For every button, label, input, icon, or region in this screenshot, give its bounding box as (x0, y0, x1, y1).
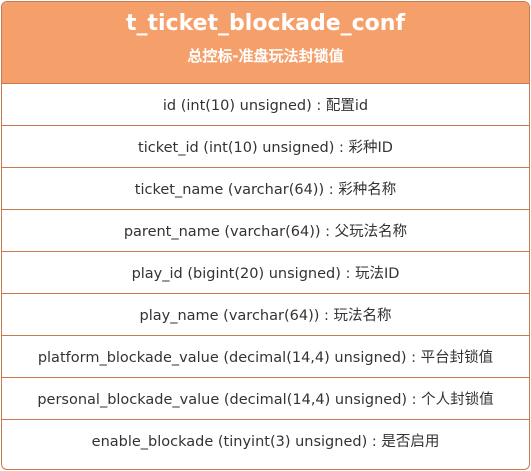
field-row-ticket-id: ticket_id (int(10) unsigned) : 彩种ID (2, 126, 529, 168)
table-header: t_ticket_blockade_conf 总控标-准盘玩法封锁值 (2, 2, 529, 84)
field-row-id: id (int(10) unsigned) : 配置id (2, 84, 529, 126)
field-row-parent-name: parent_name (varchar(64)) : 父玩法名称 (2, 210, 529, 252)
field-row-personal-blockade-value: personal_blockade_value (decimal(14,4) u… (2, 378, 529, 420)
entity-table: t_ticket_blockade_conf 总控标-准盘玩法封锁值 id (i… (1, 1, 530, 470)
table-comment: 总控标-准盘玩法封锁值 (187, 47, 344, 65)
field-row-platform-blockade-value: platform_blockade_value (decimal(14,4) u… (2, 336, 529, 378)
table-name: t_ticket_blockade_conf (125, 11, 406, 36)
field-row-enable-blockade: enable_blockade (tinyint(3) unsigned) : … (91, 434, 440, 450)
field-row-play-id: play_id (bigint(20) unsigned) : 玩法ID (2, 252, 529, 294)
field-row-play-name: play_name (varchar(64)) : 玩法名称 (2, 294, 529, 336)
field-row-ticket-name: ticket_name (varchar(64)) : 彩种名称 (2, 168, 529, 210)
